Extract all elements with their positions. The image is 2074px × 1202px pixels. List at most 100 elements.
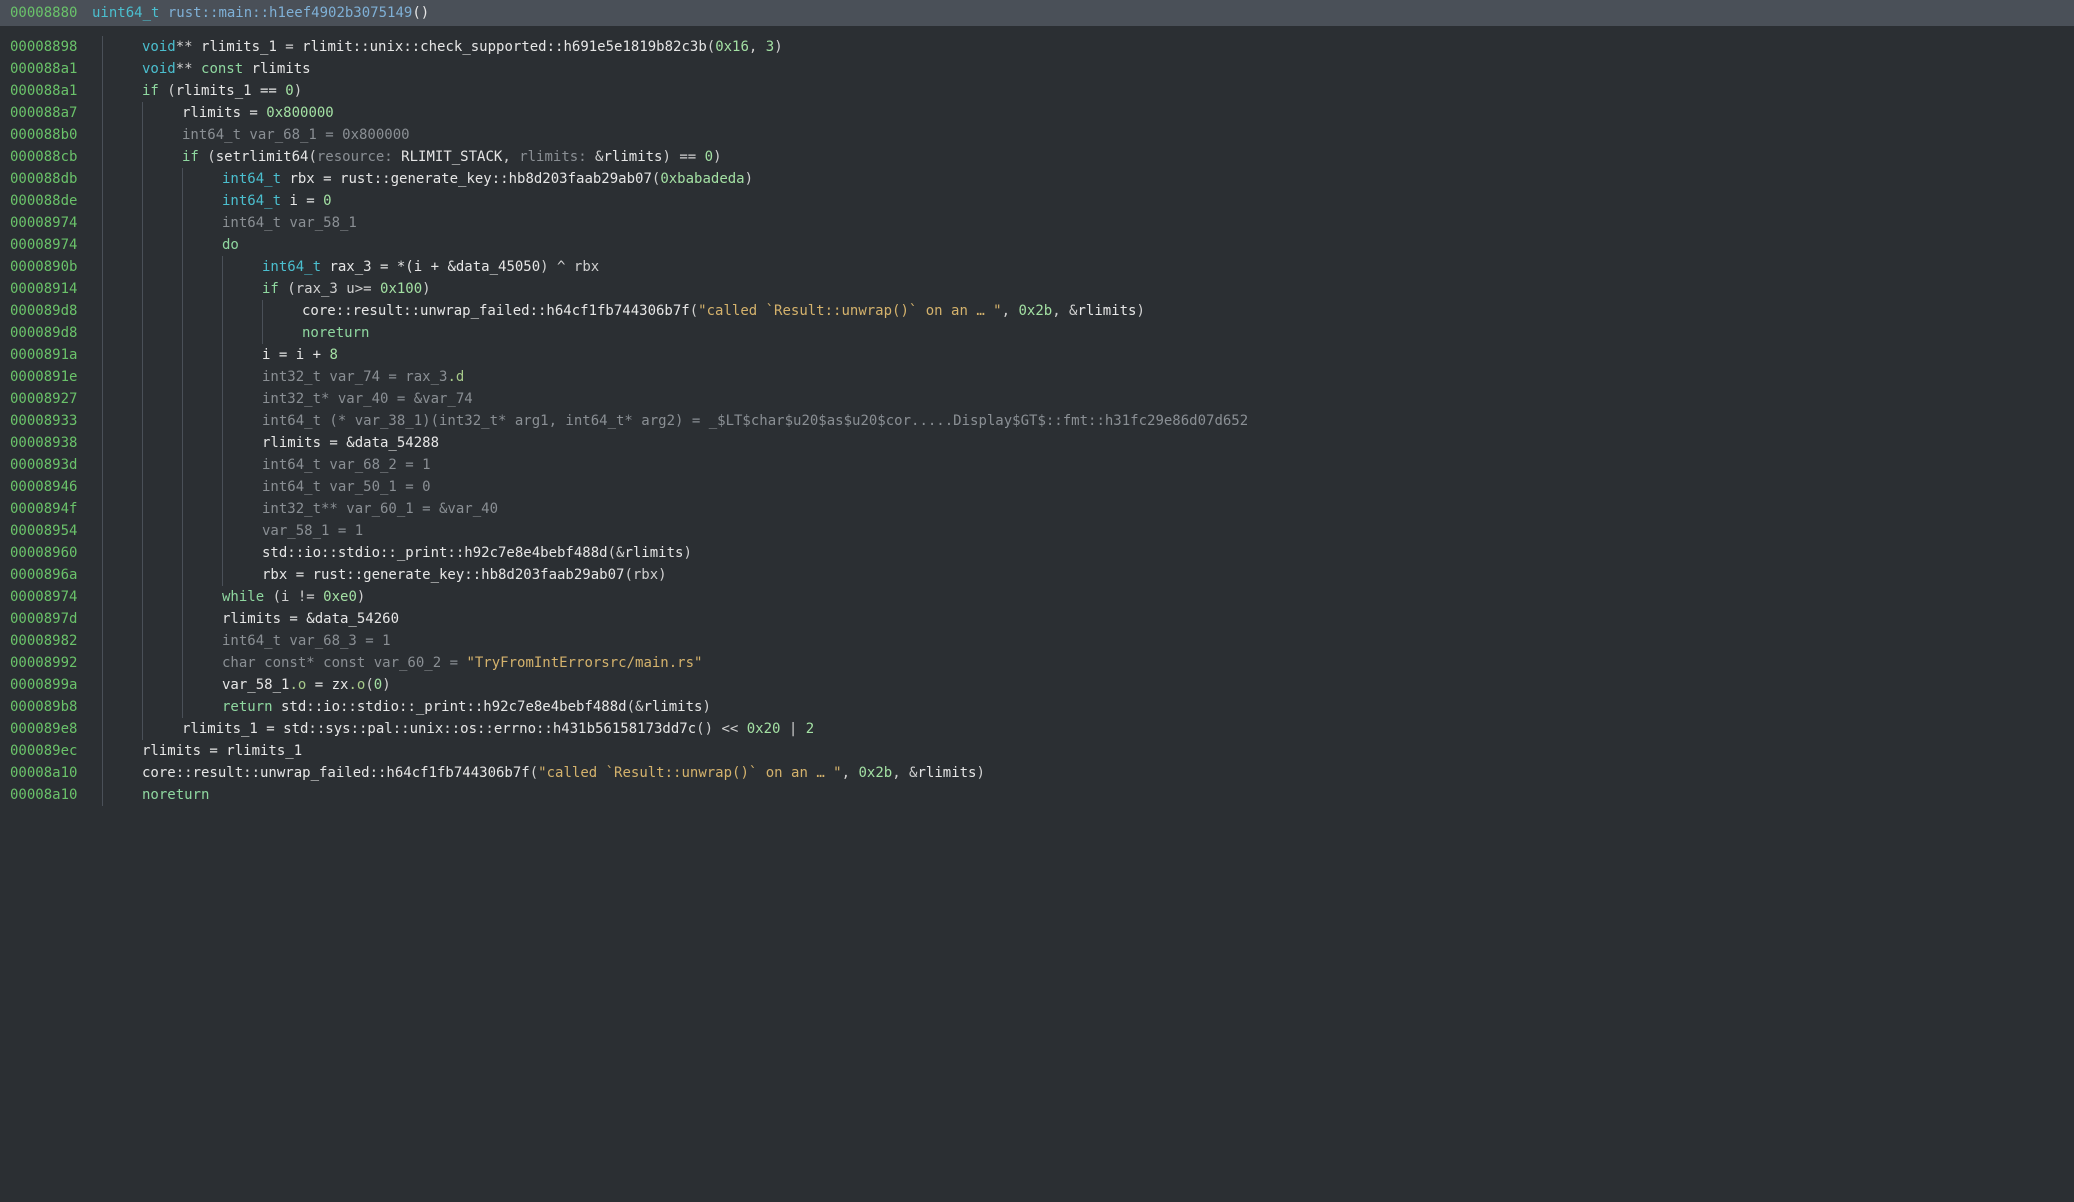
address[interactable]: 00008898 [0,36,92,58]
address[interactable]: 000089ec [0,740,92,762]
code-line[interactable]: 000089ecrlimits = rlimits_1 [0,740,2074,762]
code-content: if (rax_3 u>= 0x100) [92,278,431,300]
code-line[interactable]: 00008982int64_t var_68_3 = 1 [0,630,2074,652]
code-line[interactable]: 00008938rlimits = &data_54288 [0,432,2074,454]
code-line[interactable]: 00008974do [0,234,2074,256]
code-line[interactable]: 00008927 int32_t* var_40 = &var_74 [0,388,2074,410]
token-group: noreturn [142,787,209,803]
address[interactable]: 00008927 [0,388,92,410]
indent-guide [102,542,142,564]
code-line[interactable]: 000088a1if (rlimits_1 == 0) [0,80,2074,102]
code-line[interactable]: 000088a7rlimits = 0x800000 [0,102,2074,124]
code-content: int32_t** var_60_1 = &var_40 [92,498,498,520]
code-content: i = i + 8 [92,344,338,366]
code-content: rlimits_1 = std::sys::pal::unix::os::err… [92,718,814,740]
address[interactable]: 000089e8 [0,718,92,740]
address[interactable]: 0000890b [0,256,92,278]
code-content: rlimits = rlimits_1 [92,740,302,762]
address[interactable]: 00008974 [0,212,92,234]
token: 0 [705,149,713,165]
indent-guide [142,718,182,740]
token: rlimits = & [262,435,355,451]
token: void [142,39,176,55]
token-group: int64_t rax_3 = *(i + &data_45050) ^ rbx [262,259,599,275]
code-line[interactable]: 00008974int64_t var_58_1 [0,212,2074,234]
token: 8 [329,347,337,363]
address[interactable]: 00008938 [0,432,92,454]
indent-guide [142,564,182,586]
code-line[interactable]: 00008954var_58_1 = 1 [0,520,2074,542]
address[interactable]: 00008946 [0,476,92,498]
code-line[interactable]: 0000899avar_58_1.o = zx.o(0) [0,674,2074,696]
address[interactable]: 00008960 [0,542,92,564]
function-name[interactable]: rust::main::h1eef4902b3075149 [168,5,412,21]
address[interactable]: 000088b0 [0,124,92,146]
address[interactable]: 000088db [0,168,92,190]
code-line[interactable]: 000089e8rlimits_1 = std::sys::pal::unix:… [0,718,2074,740]
token: rlimits [624,545,683,561]
address[interactable]: 00008a10 [0,784,92,806]
code-content: return std::io::stdio::_print::h92c7e8e4… [92,696,711,718]
address[interactable]: 0000891e [0,366,92,388]
address[interactable]: 0000897d [0,608,92,630]
address[interactable]: 0000894f [0,498,92,520]
indent-guide [182,168,222,190]
code-line[interactable]: 00008914if (rax_3 u>= 0x100) [0,278,2074,300]
address[interactable]: 0000899a [0,674,92,696]
address[interactable]: 0000891a [0,344,92,366]
code-line[interactable]: 000088b0int64_t var_68_1 = 0x800000 [0,124,2074,146]
code-content: int64_t i = 0 [92,190,332,212]
address[interactable]: 00008974 [0,586,92,608]
token: .d [447,369,464,385]
code-line[interactable]: 000088deint64_t i = 0 [0,190,2074,212]
code-line[interactable]: 000088cbif (setrlimit64(resource: RLIMIT… [0,146,2074,168]
code-line[interactable]: 0000896arbx = rust::generate_key::hb8d20… [0,564,2074,586]
code-line[interactable]: 00008974while (i != 0xe0) [0,586,2074,608]
code-line[interactable]: 00008960std::io::stdio::_print::h92c7e8e… [0,542,2074,564]
code-line[interactable]: 000089b8return std::io::stdio::_print::h… [0,696,2074,718]
address[interactable]: 00008954 [0,520,92,542]
address[interactable]: 000089d8 [0,300,92,322]
address[interactable]: 00008933 [0,410,92,432]
code-line[interactable]: 00008933int64_t (* var_38_1)(int32_t* ar… [0,410,2074,432]
address[interactable]: 000088a7 [0,102,92,124]
indent-guide [102,608,142,630]
address[interactable]: 000088de [0,190,92,212]
address[interactable]: 000088cb [0,146,92,168]
indent-guide [142,454,182,476]
code-line[interactable]: 00008a10core::result::unwrap_failed::h64… [0,762,2074,784]
address[interactable]: 00008974 [0,234,92,256]
address[interactable]: 00008982 [0,630,92,652]
address[interactable]: 000088a1 [0,80,92,102]
indent-guide [182,388,222,410]
address[interactable]: 00008a10 [0,762,92,784]
code-content: core::result::unwrap_failed::h64cf1fb744… [92,762,985,784]
code-line[interactable]: 00008992char const* const var_60_2 = "Tr… [0,652,2074,674]
address[interactable]: 0000893d [0,454,92,476]
code-line[interactable]: 0000893dint64_t var_68_2 = 1 [0,454,2074,476]
code-line[interactable]: 0000890b int64_t rax_3 = *(i + &data_4505… [0,256,2074,278]
token: rlimit::unix::check_supported::h691e5e18… [302,39,707,55]
indent-guide [142,124,182,146]
code-line[interactable]: 00008a10 noreturn [0,784,2074,806]
address[interactable]: 0000896a [0,564,92,586]
code-line[interactable]: 0000897drlimits = &data_54260 [0,608,2074,630]
code-line[interactable]: 000089d8 core::result::unwrap_failed::h64… [0,300,2074,322]
address[interactable]: 000089d8 [0,322,92,344]
token: int32_t* var_40 = &var_74 [262,391,473,407]
token: , [842,765,859,781]
code-line[interactable]: 00008898void** rlimits_1 = rlimit::unix:… [0,36,2074,58]
code-line[interactable]: 000088dbint64_t rbx = rust::generate_key… [0,168,2074,190]
code-line[interactable]: 00008946int64_t var_50_1 = 0 [0,476,2074,498]
code-line[interactable]: 0000894fint32_t** var_60_1 = &var_40 [0,498,2074,520]
indent-guide [222,322,262,344]
code-line[interactable]: 000089d8noreturn [0,322,2074,344]
code-line[interactable]: 000088a1void** const rlimits [0,58,2074,80]
code-line[interactable]: 0000891ai = i + 8 [0,344,2074,366]
token: core::result::unwrap_failed::h64cf1fb744… [302,303,690,319]
address[interactable]: 000088a1 [0,58,92,80]
address[interactable]: 000089b8 [0,696,92,718]
code-line[interactable]: 0000891eint32_t var_74 = rax_3.d [0,366,2074,388]
address[interactable]: 00008992 [0,652,92,674]
address[interactable]: 00008914 [0,278,92,300]
